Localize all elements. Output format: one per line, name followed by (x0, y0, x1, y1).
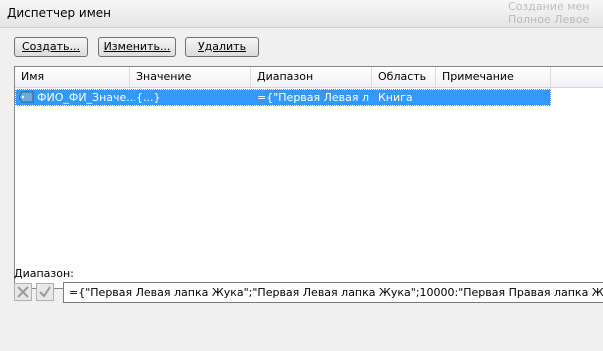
create-button[interactable]: Создать... (14, 37, 88, 57)
list-header: Имя Значение Диапазон Область Примечание (15, 67, 603, 88)
column-header-comment[interactable]: Примечание (436, 67, 551, 87)
delete-button-label: Удалить (197, 40, 247, 53)
column-header-scope[interactable]: Область (372, 67, 436, 87)
row-range: ={"Первая Левая л... (257, 91, 369, 104)
range-input[interactable]: ={"Первая Левая лапка Жука";"Первая Лева… (63, 282, 603, 303)
row-comment (442, 89, 550, 106)
window-title: Диспетчер имен (7, 6, 111, 20)
edit-button[interactable]: Изменить... (98, 37, 176, 57)
dialog-body: Создать... Изменить... Удалить Имя Значе… (0, 28, 603, 351)
edit-button-label: Изменить... (103, 40, 171, 53)
column-header-range[interactable]: Диапазон (251, 67, 372, 87)
range-label: Диапазон: (14, 267, 74, 280)
column-header-name[interactable]: Имя (15, 67, 130, 87)
table-row[interactable]: ФИО_ФИ_Значе... {...} ={"Первая Левая л.… (15, 89, 551, 106)
row-scope: Книга (378, 91, 413, 104)
background-window-text-1: Создание мен (508, 0, 590, 13)
names-list[interactable]: Имя Значение Диапазон Область Примечание… (14, 66, 603, 289)
column-header-value[interactable]: Значение (130, 67, 251, 87)
create-button-label: Создать... (22, 40, 80, 53)
row-value: {...} (136, 91, 161, 104)
cancel-x-icon (17, 286, 29, 298)
confirm-button[interactable] (36, 283, 54, 301)
delete-button[interactable]: Удалить (185, 37, 259, 57)
name-tag-icon (19, 91, 34, 103)
background-window-text-2: Полное Левое (508, 13, 590, 26)
row-name: ФИО_ФИ_Значе... (37, 91, 135, 104)
confirm-check-icon (39, 286, 51, 298)
title-bar: Диспетчер имен Создание мен Полное Левое (0, 0, 603, 28)
cancel-button[interactable] (14, 283, 32, 301)
